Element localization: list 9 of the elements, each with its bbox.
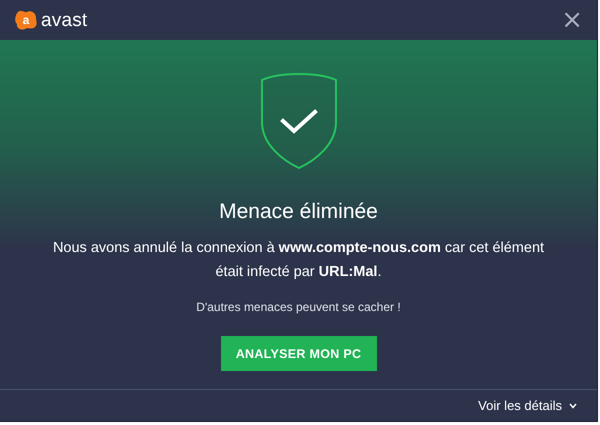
caret-icon xyxy=(569,402,577,408)
close-button[interactable]: × xyxy=(557,7,587,33)
details-toggle[interactable]: Voir les détails xyxy=(478,398,577,413)
alert-hint: D'autres menaces peuvent se cacher ! xyxy=(196,300,401,314)
logo-text: avast xyxy=(41,10,88,30)
logo-mark: a xyxy=(14,9,38,31)
alert-title: Menace éliminée xyxy=(219,200,378,224)
alert-message: Nous avons annulé la connexion à www.compte-nous.com car cet élément était infecté par URL:Mal. xyxy=(52,239,546,282)
shield-check-icon xyxy=(260,72,338,170)
